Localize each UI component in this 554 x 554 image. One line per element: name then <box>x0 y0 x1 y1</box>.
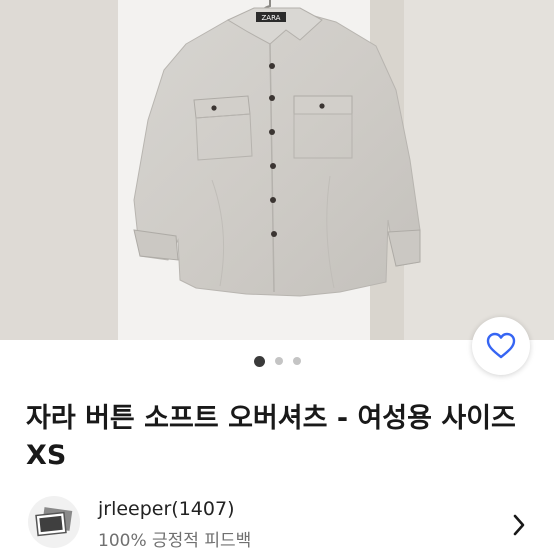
heart-outline-icon <box>486 332 516 359</box>
image-pagination <box>0 355 554 367</box>
jacket-image: ZARA <box>0 0 554 340</box>
brand-label: ZARA <box>262 14 281 22</box>
listing-photo[interactable]: ZARA <box>0 0 554 340</box>
photo-placeholder-icon <box>35 507 73 537</box>
listing-title: 자라 버튼 소프트 오버셔츠 - 여성용 사이즈 XS <box>26 403 516 471</box>
wishlist-button[interactable] <box>472 317 530 375</box>
pagination-dot-1[interactable] <box>253 355 265 367</box>
seller-info-row[interactable]: jrleeper(1407) 100% 긍정적 피드백 <box>28 490 538 551</box>
seller-avatar <box>28 496 80 548</box>
chevron-right-icon[interactable] <box>512 514 526 536</box>
seller-feedback: 100% 긍정적 피드백 <box>98 531 252 551</box>
pagination-dot-2[interactable] <box>274 357 283 365</box>
pagination-dot-3[interactable] <box>292 357 301 365</box>
seller-name[interactable]: jrleeper(1407) <box>98 498 235 520</box>
